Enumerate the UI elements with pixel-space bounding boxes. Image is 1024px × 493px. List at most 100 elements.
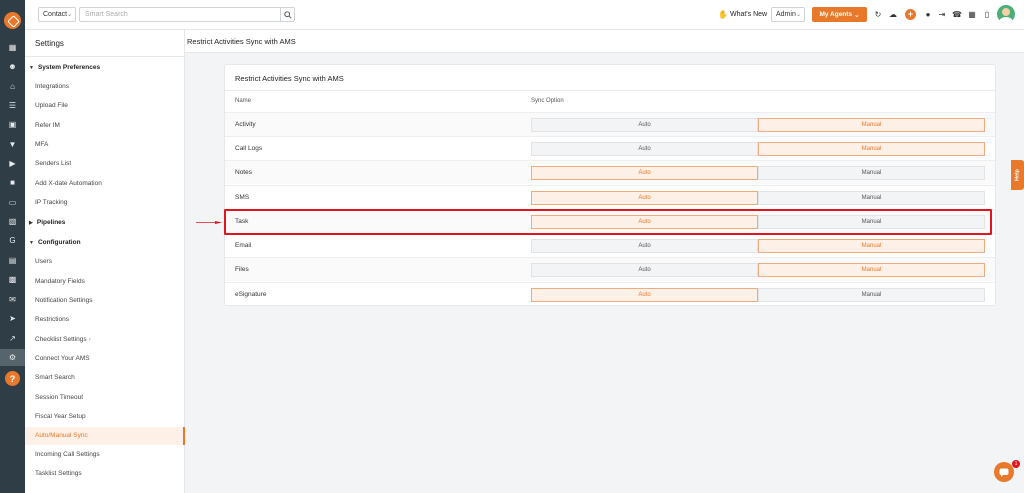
dashboard-icon[interactable]: ▦ (7, 43, 18, 52)
nav-section-label: Configuration (37, 239, 81, 246)
settings-title: Settings (35, 39, 64, 48)
nav-section-pipelines[interactable]: ▶ Pipelines (29, 219, 65, 226)
logo-icon[interactable] (4, 12, 21, 29)
card-title: Restrict Activities Sync with AMS (235, 74, 344, 83)
auto-option[interactable]: Auto (531, 239, 758, 253)
megaphone-icon[interactable]: ▶ (7, 159, 18, 168)
auto-option[interactable]: Auto (531, 142, 758, 156)
plane-icon[interactable]: ➤ (7, 314, 18, 323)
nav-item-label: Checklist Settings (35, 336, 87, 343)
mail-icon[interactable]: ✉ (7, 295, 18, 304)
help-tab[interactable]: Help (1011, 160, 1024, 190)
nav-item-refer-im[interactable]: Refer IM (35, 122, 60, 129)
column-header-sync-option: Sync Option (531, 98, 564, 104)
folder-icon[interactable]: ▧ (7, 217, 18, 226)
search-icon (283, 10, 292, 19)
analytics-icon[interactable]: ↗ (7, 334, 18, 343)
chevron-down-icon: ⌄ (66, 12, 72, 18)
caret-down-icon: ▼ (29, 239, 34, 246)
table-row: Activity Auto Manual (225, 112, 995, 136)
nav-item-connect-ams[interactable]: Connect Your AMS (35, 355, 90, 362)
calendar2-icon[interactable]: ▩ (7, 275, 18, 284)
top-bar: Contact ⌄ ✋ What's New Admin ⌄ My Agents… (25, 0, 1024, 30)
divider (225, 90, 995, 91)
nav-item-users[interactable]: Users (35, 258, 52, 265)
manual-option[interactable]: Manual (758, 191, 985, 205)
row-name: SMS (235, 194, 250, 201)
auto-option[interactable]: Auto (531, 263, 758, 277)
smart-search-input[interactable] (79, 7, 281, 22)
nav-item-label: Auto/Manual Sync (35, 432, 88, 439)
calculator-icon[interactable]: ▦ (967, 9, 977, 20)
column-header-name: Name (235, 98, 252, 104)
page-title: Restrict Activities Sync with AMS (187, 37, 296, 46)
nav-item-tasklist-settings[interactable]: Tasklist Settings (35, 470, 82, 477)
page-header: Restrict Activities Sync with AMS (185, 30, 1024, 53)
plus-icon[interactable]: + (905, 9, 916, 20)
contacts-icon[interactable]: ☻ (7, 62, 18, 71)
calendar-icon[interactable]: ▣ (7, 120, 18, 129)
refresh-icon[interactable]: ↻ (873, 9, 883, 20)
cloud-icon[interactable]: ☁ (888, 9, 898, 20)
manual-option[interactable]: Manual (758, 118, 985, 132)
nav-item-mfa[interactable]: MFA (35, 141, 48, 148)
auto-option[interactable]: Auto (531, 118, 758, 132)
row-name: Notes (235, 169, 252, 176)
manual-option[interactable]: Manual (758, 142, 985, 156)
chevron-down-icon: ⌄ (795, 12, 801, 18)
nav-item-session-timeout[interactable]: Session Timeout (35, 394, 83, 401)
my-agents-button[interactable]: My Agents ⌄ (812, 7, 867, 22)
list-icon[interactable]: ☰ (7, 101, 18, 110)
user-avatar[interactable] (997, 5, 1015, 23)
document-icon[interactable]: ■ (7, 178, 18, 187)
nav-item-x-date-automation[interactable]: Add X-date Automation (35, 180, 102, 187)
nav-item-incoming-call-settings[interactable]: Incoming Call Settings (35, 451, 100, 458)
nav-item-fiscal-year-setup[interactable]: Fiscal Year Setup (35, 413, 86, 420)
manual-option[interactable]: Manual (758, 166, 985, 180)
filter-icon[interactable]: ▼ (7, 140, 18, 149)
nav-item-notification-settings[interactable]: Notification Settings (35, 297, 92, 304)
icon-rail: ▦ ☻ ⌂ ☰ ▣ ▼ ▶ ■ ▭ ▧ G ▤ ▩ ✉ ➤ ↗ ⚙ ? (0, 0, 25, 493)
sync-settings-card: Restrict Activities Sync with AMS Name S… (224, 64, 996, 306)
search-button[interactable] (280, 7, 295, 22)
nav-item-ip-tracking[interactable]: IP Tracking (35, 199, 67, 206)
row-name: Activity (235, 121, 256, 128)
nav-section-system-preferences[interactable]: ▼ System Preferences (29, 64, 100, 71)
notes-icon[interactable]: ▤ (7, 256, 18, 265)
bank-icon[interactable]: ⌂ (7, 82, 18, 91)
notification-icon[interactable]: ● (923, 9, 933, 20)
settings-sidebar: Settings ▼ System Preferences Integratio… (25, 30, 185, 493)
nav-item-smart-search[interactable]: Smart Search (35, 374, 75, 381)
chat-launcher-button[interactable] (994, 462, 1014, 482)
whats-new-label: What's New (729, 11, 768, 18)
chat-icon (999, 468, 1009, 477)
phone-icon[interactable]: ☎ (952, 9, 962, 20)
table-row: SMS Auto Manual (225, 185, 995, 209)
auto-option[interactable]: Auto (531, 166, 758, 180)
reports-icon[interactable]: ▭ (7, 198, 18, 207)
whats-new-link[interactable]: ✋ What's New (718, 10, 767, 19)
row-name: Email (235, 242, 252, 249)
nav-item-auto-manual-sync[interactable]: Auto/Manual Sync (25, 427, 185, 445)
nav-section-configuration[interactable]: ▼ Configuration (29, 239, 81, 246)
row-name: eSignature (235, 291, 267, 298)
nav-section-label: Pipelines (36, 219, 66, 226)
auto-option[interactable]: Auto (531, 288, 758, 302)
nav-item-integrations[interactable]: Integrations (35, 83, 69, 90)
logout-icon[interactable]: ⇥ (937, 9, 947, 20)
manual-option[interactable]: Manual (758, 288, 985, 302)
nav-item-upload-file[interactable]: Upload File (35, 102, 68, 109)
trash-icon[interactable]: ▯ (982, 9, 992, 20)
nav-item-restrictions[interactable]: Restrictions (35, 316, 69, 323)
nav-item-mandatory-fields[interactable]: Mandatory Fields (35, 278, 85, 285)
auto-option[interactable]: Auto (531, 191, 758, 205)
manual-option[interactable]: Manual (758, 263, 985, 277)
google-icon[interactable]: G (7, 236, 18, 245)
manual-option[interactable]: Manual (758, 239, 985, 253)
module-select[interactable]: Contact ⌄ (38, 7, 76, 22)
help-icon[interactable]: ? (5, 371, 20, 386)
role-select[interactable]: Admin ⌄ (771, 7, 805, 22)
nav-item-senders-list[interactable]: Senders List (35, 160, 71, 167)
nav-item-checklist-settings[interactable]: Checklist Settings › (35, 336, 91, 343)
settings-icon[interactable]: ⚙ (7, 353, 18, 362)
